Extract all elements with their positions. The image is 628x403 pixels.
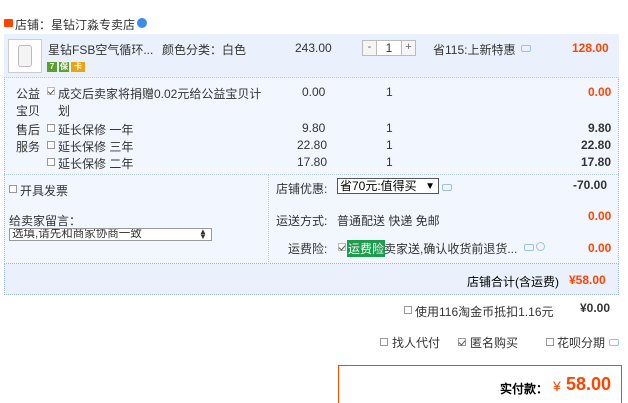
charity-checkbox[interactable]: [47, 87, 55, 95]
column-divider: [268, 174, 269, 264]
shop-name-link[interactable]: 星钻汀淼专卖店: [51, 16, 135, 33]
shop-header: 店铺： 星钻汀淼专卖店: [0, 12, 628, 34]
shop-discount-value: -70.00: [573, 178, 608, 192]
coins-value: ¥0.00: [580, 301, 611, 315]
warranty-2yr-price: 17.80: [297, 155, 328, 169]
shop-discount-label: 店铺优惠:: [276, 182, 328, 196]
message-label: 给卖家留言：: [9, 214, 82, 228]
warranty-3yr-label: 延长保修 三年: [58, 140, 134, 154]
warranty-3yr-price: 22.80: [297, 138, 328, 152]
anonymous-label: 匿名购买: [470, 336, 519, 350]
insurance-text: 卖家送,确认收货前退货...: [384, 242, 518, 256]
payment-label: 实付款：: [500, 382, 549, 396]
payment-currency: ¥: [553, 378, 561, 394]
product-thumbnail[interactable]: [8, 39, 42, 73]
discount-info-icon[interactable]: [442, 184, 452, 191]
color-value: 白色: [222, 43, 247, 57]
seller-message-placeholder: 选填,请先和商家协商一致: [12, 228, 142, 240]
charity-subtotal: 0.00: [588, 85, 612, 99]
shipping-price: 0.00: [588, 209, 612, 223]
invoice-label: 开具发票: [20, 184, 69, 198]
item-title-link[interactable]: 星钻FSB空气循环...: [48, 41, 153, 58]
wangwang-chat-icon[interactable]: [137, 18, 147, 28]
shop-discount-selected: 省70元:值得买: [340, 179, 417, 193]
warranty-1yr-price: 9.80: [302, 121, 326, 135]
quantity-stepper: - 1 +: [362, 40, 416, 56]
charity-text-2: 划: [58, 104, 71, 118]
anonymous-checkbox[interactable]: [458, 338, 466, 346]
section-divider: [4, 174, 619, 175]
coins-label: 使用116淘金币抵扣1.16元: [415, 305, 554, 319]
warranty-2yr-qty: 1: [386, 155, 393, 169]
insurance-tag: 运费险: [347, 240, 386, 257]
promo-text: 省115:上新特惠: [433, 43, 516, 57]
qty-plus-button[interactable]: +: [402, 41, 415, 55]
color-label: 颜色分类：: [162, 43, 223, 57]
qty-input[interactable]: 1: [376, 41, 402, 55]
qty-minus-button[interactable]: -: [363, 41, 376, 55]
charity-text-1: 成交后卖家将捐赠0.02元给公益宝贝计: [58, 87, 262, 101]
item-price: 243.00: [295, 41, 332, 55]
warranty-1yr-checkbox[interactable]: [47, 124, 55, 132]
warranty-label-1: 售后: [16, 123, 41, 137]
charity-label-2: 宝贝: [16, 104, 41, 118]
dropdown-arrow-icon: ▼: [425, 181, 435, 192]
charity-label-1: 公益: [16, 87, 41, 101]
huabei-checkbox[interactable]: [546, 338, 554, 346]
huabei-info-icon[interactable]: [609, 339, 619, 346]
shipping-value: 普通配送 快递 免邮: [337, 214, 440, 228]
warranty-3yr-qty: 1: [386, 138, 393, 152]
shop-label: 店铺：: [15, 18, 52, 32]
payment-value: 58.00: [566, 374, 612, 394]
huabei-label: 花呗分期: [557, 336, 606, 350]
warranty-2yr-label: 延长保修 二年: [58, 157, 134, 171]
guarantee-icon: 保: [59, 62, 69, 72]
proxy-pay-label: 找人代付: [392, 336, 441, 350]
warranty-1yr-qty: 1: [386, 121, 393, 135]
warranty-1yr-label: 延长保修 一年: [58, 123, 134, 137]
warranty-2yr-subtotal: 17.80: [581, 155, 612, 169]
warranty-3yr-checkbox[interactable]: [47, 141, 55, 149]
shipping-label: 运送方式:: [276, 214, 328, 228]
shop-total-value: ¥58.00: [569, 273, 606, 287]
charity-qty: 1: [386, 85, 393, 99]
item-subtotal: 128.00: [572, 41, 609, 55]
warranty-1yr-subtotal: 9.80: [588, 121, 612, 135]
shop-total-label: 店铺合计(含运费): [467, 275, 559, 289]
warranty-3yr-subtotal: 22.80: [581, 138, 612, 152]
insurance-info-icon[interactable]: [524, 244, 534, 251]
coins-checkbox[interactable]: [404, 306, 412, 314]
proxy-pay-checkbox[interactable]: [380, 338, 388, 346]
insurance-help-icon[interactable]: [536, 242, 545, 251]
message-spin-icon: ▲ ▼: [199, 227, 207, 241]
insurance-price: 0.00: [588, 241, 612, 255]
warranty-2yr-checkbox[interactable]: [47, 158, 55, 166]
shop-icon: [4, 19, 13, 27]
warranty-label-2: 服务: [16, 140, 41, 154]
seven-day-return-icon: 7: [47, 62, 57, 72]
insurance-label: 运费险:: [288, 242, 328, 256]
card-icon: 卡: [71, 62, 85, 72]
invoice-checkbox[interactable]: [9, 185, 17, 193]
charity-price: 0.00: [302, 85, 326, 99]
shop-discount-select[interactable]: 省70元:值得买 ▼: [337, 178, 439, 194]
seller-message-input[interactable]: 选填,请先和商家协商一致: [9, 228, 212, 241]
insurance-checkbox[interactable]: [338, 243, 346, 251]
promo-info-icon[interactable]: [521, 45, 531, 52]
